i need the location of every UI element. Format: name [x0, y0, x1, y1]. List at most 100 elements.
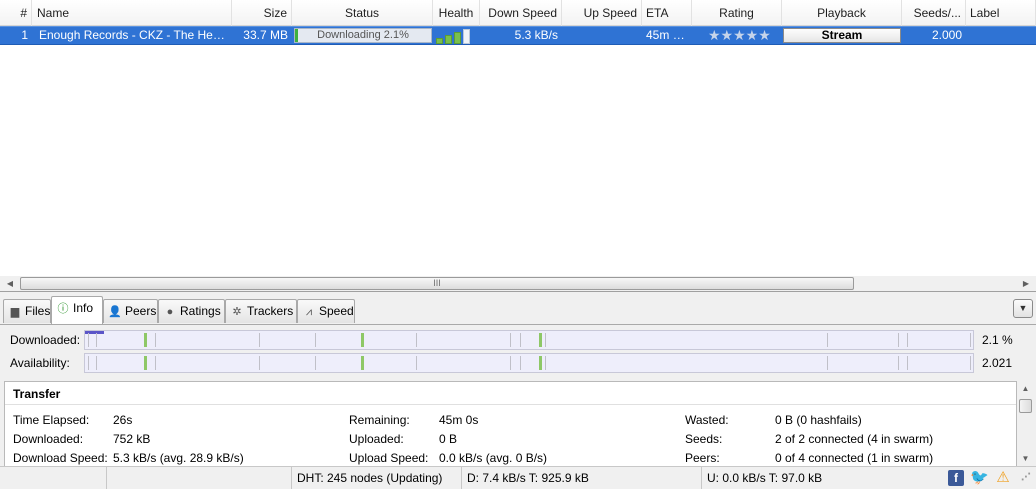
status-progress-bar: Downloading 2.1% — [294, 28, 432, 43]
health-bar — [454, 32, 461, 44]
scroll-thumb[interactable]: III — [20, 277, 854, 290]
tab-ratings-label: Ratings — [180, 304, 221, 318]
col-status[interactable]: Status — [292, 0, 433, 26]
downloaded-pieces-bar — [84, 330, 974, 350]
trackers-icon: ✲ — [232, 306, 242, 318]
downloaded-total-value: 752 kB — [113, 432, 151, 446]
tab-peers-label: Peers — [125, 304, 157, 318]
tab-trackers[interactable]: ✲ Trackers — [225, 299, 297, 323]
wasted-value: 0 B (0 hashfails) — [775, 413, 862, 427]
dht-status[interactable]: DHT: 245 nodes (Updating) — [291, 467, 461, 489]
piece-available — [144, 333, 147, 347]
collapse-panel-button[interactable]: ▼ — [1013, 299, 1033, 318]
col-size[interactable]: Size — [232, 0, 292, 26]
piece-tick — [155, 356, 156, 370]
transfer-divider — [5, 404, 1016, 405]
peers-icon: 👤 — [108, 306, 122, 318]
piece-tick — [907, 356, 908, 370]
col-up-speed[interactable]: Up Speed — [562, 0, 642, 26]
tab-files-label: Files — [25, 304, 51, 318]
facebook-icon[interactable]: f — [948, 470, 964, 486]
warning-icon[interactable]: ⚠ — [995, 470, 1011, 486]
download-speed-label: Download Speed: — [13, 451, 108, 465]
col-name[interactable]: Name — [33, 0, 232, 26]
col-label[interactable]: Label — [966, 0, 1036, 26]
downloaded-value: 2.1 % — [982, 333, 1013, 347]
vertical-scrollbar[interactable]: ▲ ▼ — [1017, 381, 1034, 467]
torrent-up-speed — [562, 27, 642, 44]
twitter-icon[interactable]: 🐦 — [970, 470, 989, 486]
availability-label: Availability: — [10, 356, 70, 370]
tab-ratings[interactable]: ● Ratings — [158, 299, 225, 323]
time-elapsed-label: Time Elapsed: — [13, 413, 90, 427]
seeds-value: 2 of 2 connected (4 in swarm) — [775, 432, 934, 446]
peers-label: Peers: — [685, 451, 720, 465]
chevron-down-icon: ▼ — [1018, 303, 1028, 313]
piece-tick — [545, 356, 546, 370]
torrent-label — [966, 27, 1036, 44]
stream-button[interactable]: Stream — [783, 28, 901, 43]
col-num[interactable]: # — [0, 0, 32, 26]
piece-available — [144, 356, 147, 370]
folder-icon: ▆ — [10, 306, 20, 318]
piece-tick — [510, 356, 511, 370]
tab-info[interactable]: ⓘ Info — [51, 296, 103, 324]
torrent-down-speed: 5.3 kB/s — [514, 28, 558, 42]
tab-files[interactable]: ▆ Files — [3, 299, 51, 323]
col-playback[interactable]: Playback — [782, 0, 902, 26]
piece-tick — [970, 356, 971, 370]
torrent-status: Downloading 2.1% — [317, 29, 409, 41]
piece-available — [539, 333, 542, 347]
col-eta[interactable]: ETA — [642, 0, 692, 26]
list-header: # Name Size Status Health Down Speed Up … — [0, 0, 1036, 26]
graph-icon: ⩘ — [305, 306, 313, 318]
detail-tabs: ▆ Files ⓘ Info 👤 Peers ● Ratings ✲ Trackers ⩘… — [0, 296, 1036, 324]
torrent-row[interactable]: 1 Enough Records - CKZ - The Hear... 33.… — [0, 26, 1036, 45]
piece-available — [361, 333, 364, 347]
upload-status[interactable]: U: 0.0 kB/s T: 97.0 kB — [701, 467, 941, 489]
piece-tick — [155, 333, 156, 347]
col-health[interactable]: Health — [433, 0, 480, 26]
info-panel: Downloaded: 2.1 % Availability: 2.021 Tr… — [0, 324, 1036, 467]
piece-tick — [416, 333, 417, 347]
downloaded-row: Downloaded: 2.1 % — [0, 329, 1036, 351]
torrent-seeds: 2.000 — [931, 28, 962, 42]
transfer-title: Transfer — [13, 387, 61, 401]
resize-grip-icon[interactable]: ⋰ — [1018, 470, 1034, 486]
scroll-up-icon[interactable]: ▲ — [1017, 382, 1034, 396]
piece-tick — [88, 333, 89, 347]
torrent-list[interactable]: # Name Size Status Health Down Speed Up … — [0, 0, 1036, 292]
status-empty-segment — [106, 467, 291, 489]
piece-tick — [545, 333, 546, 347]
rating-stars[interactable]: ★★★★★ — [708, 27, 771, 44]
peers-value: 0 of 4 connected (1 in swarm) — [775, 451, 934, 465]
scroll-down-icon[interactable]: ▼ — [1017, 452, 1034, 466]
tab-peers[interactable]: 👤 Peers — [103, 299, 158, 323]
scroll-right-icon[interactable]: ▶ — [1018, 276, 1034, 291]
horizontal-scrollbar[interactable]: ◀ III ▶ — [0, 276, 1036, 291]
downloaded-total-label: Downloaded: — [13, 432, 84, 446]
piece-available — [361, 356, 364, 370]
piece-tick — [898, 333, 899, 347]
piece-tick — [96, 356, 97, 370]
col-seeds[interactable]: Seeds/... — [902, 0, 966, 26]
col-down-speed[interactable]: Down Speed — [480, 0, 562, 26]
availability-row: Availability: 2.021 — [0, 352, 1036, 374]
vertical-scroll-thumb[interactable] — [1019, 399, 1032, 413]
torrent-num: 1 — [21, 28, 28, 42]
piece-tick — [88, 356, 89, 370]
col-rating[interactable]: Rating — [692, 0, 782, 26]
download-speed-value: 5.3 kB/s (avg. 28.9 kB/s) — [113, 451, 244, 465]
health-bar — [445, 35, 452, 44]
tab-speed[interactable]: ⩘ Speed — [297, 299, 355, 323]
status-progress-fill — [295, 29, 298, 42]
availability-pieces-bar — [84, 353, 974, 373]
comment-icon: ● — [166, 306, 174, 318]
upload-speed-label: Upload Speed: — [349, 451, 429, 465]
torrent-name: Enough Records - CKZ - The Hear... — [39, 28, 232, 42]
download-status[interactable]: D: 7.4 kB/s T: 925.9 kB — [461, 467, 701, 489]
piece-tick — [907, 333, 908, 347]
transfer-section: Transfer Time Elapsed: 26s Remaining: 45… — [4, 381, 1017, 467]
piece-available — [539, 356, 542, 370]
scroll-left-icon[interactable]: ◀ — [2, 276, 18, 291]
